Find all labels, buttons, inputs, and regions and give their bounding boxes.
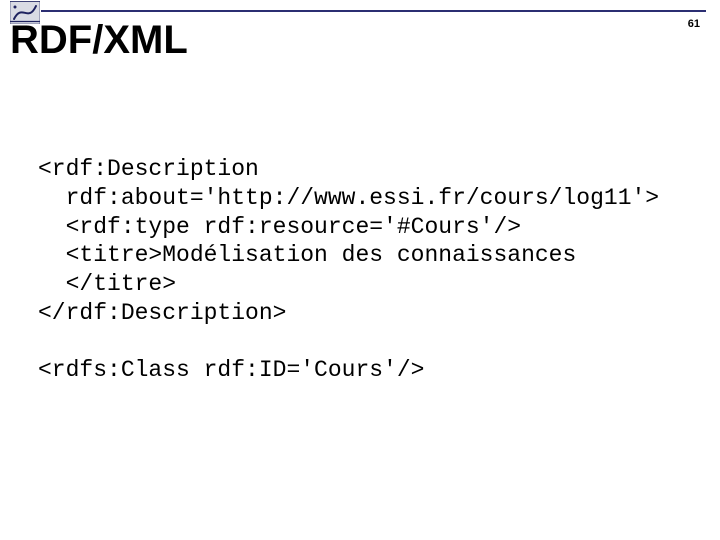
top-rule xyxy=(41,10,706,12)
code-line: <rdf:type rdf:resource='#Cours'/> xyxy=(38,214,521,240)
code-line: </titre> xyxy=(38,271,176,297)
page-number: 61 xyxy=(688,18,700,30)
code-line: <rdfs:Class rdf:ID='Cours'/> xyxy=(38,357,424,383)
slide-title: RDF/XML xyxy=(10,18,188,63)
code-line: </rdf:Description> xyxy=(38,300,286,326)
slide: 61 RDF/XML <rdf:Description rdf:about='h… xyxy=(0,0,720,540)
code-line: rdf:about='http://www.essi.fr/cours/log1… xyxy=(38,185,659,211)
code-line: <titre>Modélisation des connaissances xyxy=(38,242,576,268)
code-line: <rdf:Description xyxy=(38,156,259,182)
code-block: <rdf:Description rdf:about='http://www.e… xyxy=(38,155,690,385)
